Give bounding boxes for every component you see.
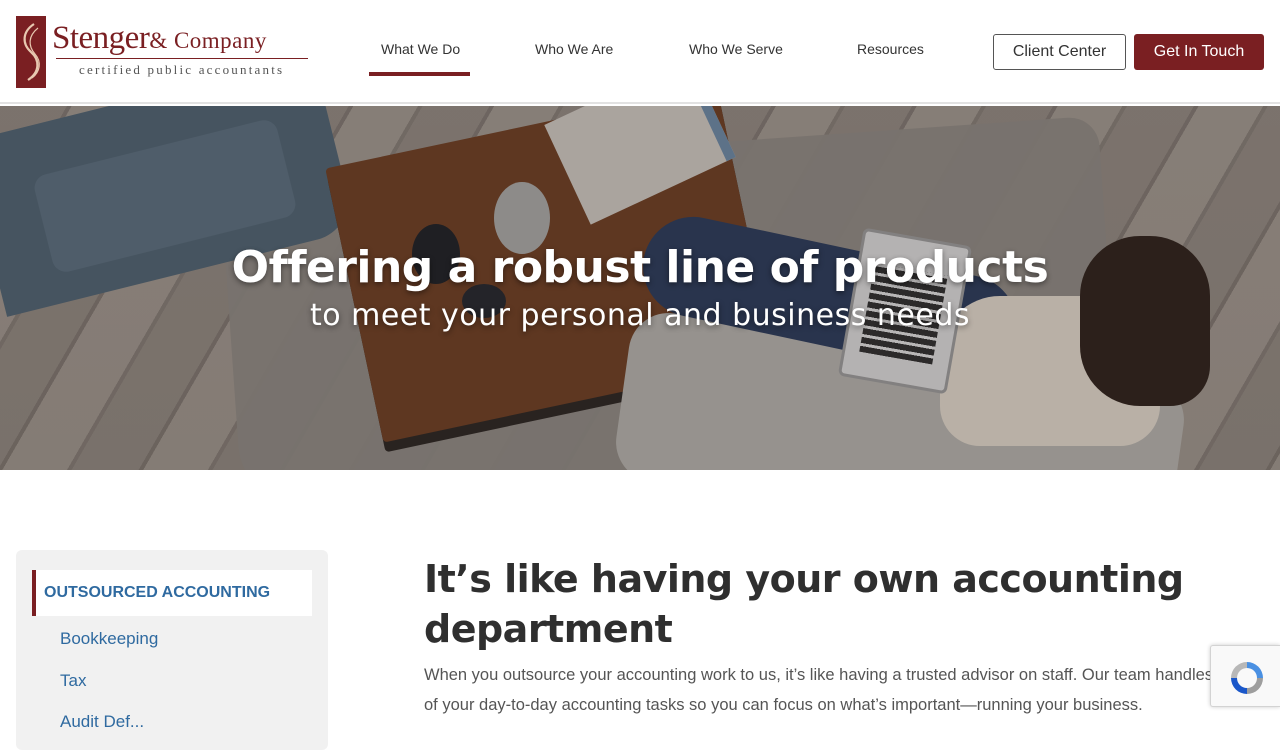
hero-title: Offering a robust line of products (231, 242, 1049, 293)
stenger-logo[interactable]: Stenger& Company certified public accoun… (16, 16, 316, 88)
sidebar-item-outsourced-accounting[interactable]: OUTSOURCED ACCOUNTING (32, 570, 312, 616)
logo-name-text: Stenger (52, 20, 150, 56)
get-in-touch-button[interactable]: Get In Touch (1134, 34, 1264, 70)
sidebar-item-tax[interactable]: Tax (60, 671, 86, 691)
sidebar-item-bookkeeping[interactable]: Bookkeeping (60, 629, 158, 649)
page-heading: It’s like having your own accounting dep… (424, 557, 1184, 651)
nav-who-we-are[interactable]: Who We Are (535, 41, 613, 57)
sidebar-item-audit-defense[interactable]: Audit Def... (60, 712, 144, 732)
hero-subtitle: to meet your personal and business needs (309, 298, 971, 333)
logo-mark-icon (16, 16, 46, 88)
hero-banner: Offering a robust line of products to me… (0, 106, 1280, 470)
services-sidebar: OUTSOURCED ACCOUNTING Bookkeeping Tax Au… (16, 550, 328, 750)
recaptcha-icon (1231, 662, 1263, 694)
intro-line-2: of your day-to-day accounting tasks so y… (424, 696, 1143, 714)
nav-active-indicator (369, 72, 470, 76)
logo-divider (56, 58, 308, 59)
nav-what-we-do[interactable]: What We Do (381, 41, 460, 57)
logo-wordmark: Stenger& Company (52, 20, 267, 57)
client-center-button[interactable]: Client Center (993, 34, 1126, 70)
logo-tagline: certified public accountants (79, 62, 285, 77)
nav-who-we-serve[interactable]: Who We Serve (689, 41, 783, 57)
site-header: Stenger& Company certified public accoun… (0, 0, 1280, 104)
intro-paragraph: When you outsource your accounting work … (424, 660, 1224, 720)
nav-resources[interactable]: Resources (857, 41, 924, 57)
recaptcha-badge[interactable] (1210, 645, 1280, 707)
logo-name-suffix: & Company (149, 28, 267, 53)
intro-line-1: When you outsource your accounting work … (424, 666, 1214, 684)
sidebar-active-label: OUTSOURCED ACCOUNTING (44, 584, 271, 601)
